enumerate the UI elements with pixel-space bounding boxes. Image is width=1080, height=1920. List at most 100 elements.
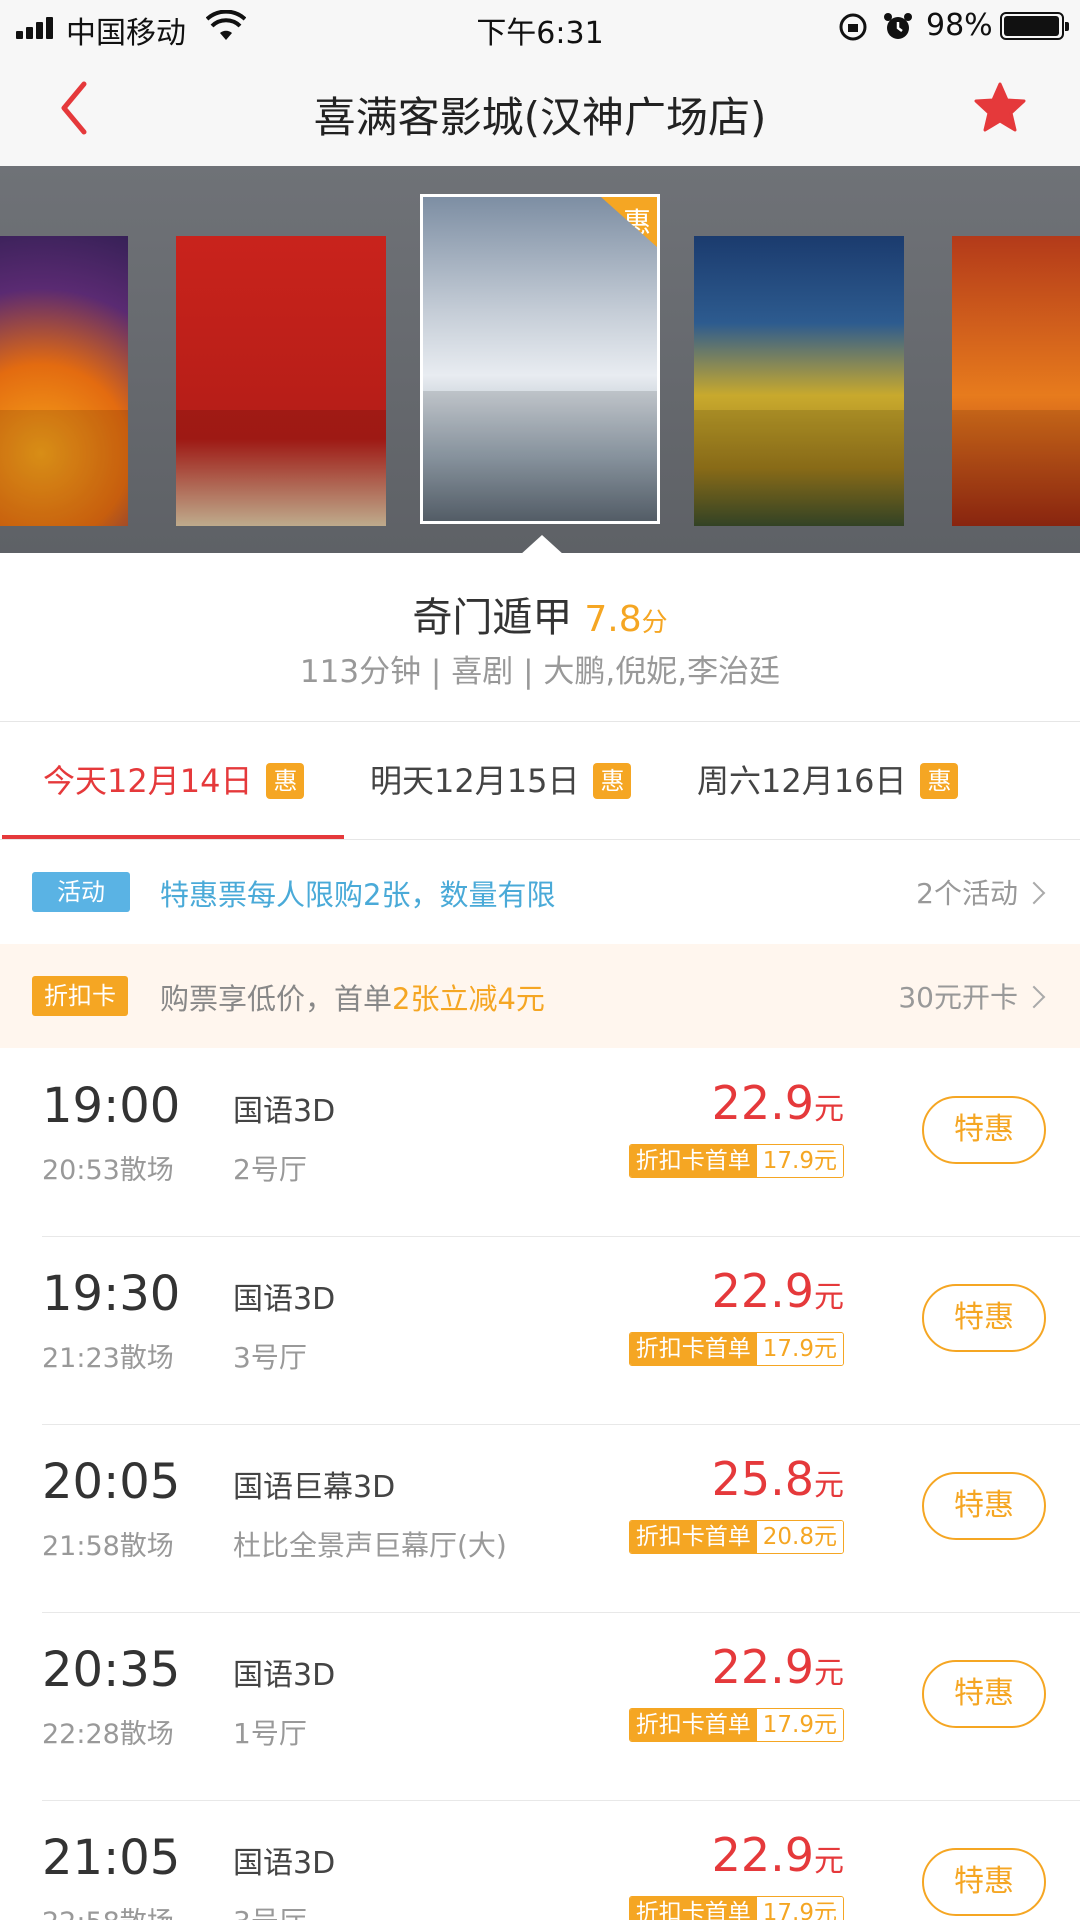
poster-promo-badge: 惠	[601, 197, 657, 247]
poster-youth[interactable]	[176, 236, 386, 526]
poster-loving-vincent[interactable]	[694, 236, 904, 526]
discount-badge: 惠	[593, 763, 632, 799]
language-format: 国语3D	[233, 1846, 336, 1881]
language-format: 国语3D	[233, 1282, 336, 1317]
tab-label: 周六12月16日	[697, 762, 907, 800]
favorite-star-icon[interactable]	[972, 80, 1028, 136]
hall-name: 2号厅	[233, 1153, 307, 1186]
card-price-tag: 折扣卡首单 17.9元	[628, 1332, 844, 1366]
card-price-tag: 折扣卡首单 17.9元	[628, 1896, 844, 1920]
discount-card-text: 购票享低价，首单2张立减4元	[160, 976, 545, 1018]
back-icon[interactable]	[50, 76, 110, 140]
cinema-title: 喜满客影城(汉神广场店)	[313, 93, 767, 142]
card-price-label: 折扣卡首单	[629, 1709, 757, 1741]
price-value: 22.9	[711, 1076, 814, 1130]
battery-icon	[1000, 12, 1069, 40]
movie-score: 7.8	[584, 599, 642, 640]
language-format: 国语巨幕3D	[233, 1470, 396, 1505]
price-unit: 元	[814, 1280, 844, 1315]
ticket-price: 25.8元	[712, 1452, 844, 1506]
hall-name: 1号厅	[233, 1717, 307, 1750]
language-format: 国语3D	[233, 1094, 336, 1129]
poster-next[interactable]	[952, 236, 1080, 526]
language-format: 国语3D	[233, 1658, 336, 1693]
discount-badge: 惠	[920, 763, 959, 799]
divider	[0, 721, 1080, 722]
card-price-label: 折扣卡首单	[629, 1333, 757, 1365]
buy-button[interactable]: 特惠	[922, 1848, 1046, 1916]
card-price-value: 20.8元	[756, 1521, 843, 1553]
price-unit: 元	[814, 1092, 844, 1127]
price-unit: 元	[814, 1656, 844, 1691]
movie-title: 奇门遁甲	[412, 595, 573, 641]
ticket-price: 22.9元	[712, 1076, 844, 1130]
movie-score-unit: 分	[641, 608, 668, 638]
hall-name: 3号厅	[233, 1900, 307, 1920]
discount-card-row[interactable]: 折扣卡 购票享低价，首单2张立减4元 30元开卡	[0, 944, 1080, 1048]
poster-selected[interactable]: 惠	[420, 194, 660, 524]
tab-date-today[interactable]: 今天12月14日惠	[43, 756, 305, 802]
discount-card-highlight: 2张立减4元	[392, 982, 545, 1016]
poster-carousel[interactable]: 惠	[0, 166, 1080, 553]
start-time: 19:00	[42, 1078, 181, 1134]
card-price-tag: 折扣卡首单 17.9元	[628, 1144, 844, 1178]
showtime-row[interactable]: 19:30 21:23散场 国语3D 3号厅 22.9元 折扣卡首单 17.9元 …	[0, 1236, 1080, 1424]
tab-date-saturday[interactable]: 周六12月16日惠	[697, 756, 959, 802]
showtime-row[interactable]: 20:05 21:58散场 国语巨幕3D 杜比全景声巨幕厅(大) 25.8元 折…	[0, 1424, 1080, 1612]
tab-date-tomorrow[interactable]: 明天12月15日惠	[370, 756, 632, 802]
card-price-value: 17.9元	[756, 1145, 843, 1177]
price-value: 25.8	[711, 1452, 814, 1506]
buy-button[interactable]: 特惠	[922, 1472, 1046, 1540]
movie-meta: 113分钟 | 喜剧 | 大鹏,倪妮,李治廷	[299, 654, 781, 690]
tab-label: 明天12月15日	[370, 762, 580, 800]
discount-card-text-prefix: 购票享低价，首单	[160, 982, 393, 1016]
card-price-value: 17.9元	[756, 1333, 843, 1365]
showtime-row[interactable]: 21:05 22:58散场 国语3D 3号厅 22.9元 折扣卡首单17.9元 …	[0, 1800, 1080, 1920]
buy-button[interactable]: 特惠	[922, 1284, 1046, 1352]
activity-text: 特惠票每人限购2张，数量有限	[160, 878, 556, 912]
price-value: 22.9	[711, 1828, 814, 1882]
card-price-label: 折扣卡首单	[629, 1521, 757, 1553]
start-time: 20:35	[42, 1642, 181, 1698]
movie-title-row: 奇门遁甲 7.8分	[0, 585, 1080, 643]
card-price-value: 17.9元	[756, 1897, 843, 1920]
alarm-icon	[884, 13, 912, 39]
start-time: 21:05	[42, 1830, 181, 1886]
price-value: 22.9	[711, 1640, 814, 1694]
end-time: 22:28散场	[42, 1719, 174, 1750]
price-unit: 元	[814, 1468, 844, 1503]
start-time: 19:30	[42, 1266, 181, 1322]
ticket-price: 22.9元	[712, 1264, 844, 1318]
end-time: 21:58散场	[42, 1531, 174, 1562]
discount-card-label: 折扣卡	[32, 976, 128, 1016]
activity-row[interactable]: 活动 特惠票每人限购2张，数量有限 2个活动	[0, 842, 1080, 944]
end-time: 20:53散场	[42, 1155, 174, 1186]
card-price-tag: 折扣卡首单 20.8元	[628, 1520, 844, 1554]
nav-bar: 喜满客影城(汉神广场店)	[0, 54, 1080, 166]
ticket-price: 22.9元	[712, 1828, 844, 1882]
selection-pointer	[520, 535, 564, 555]
status-bar: 中国移动 下午6:31 98%	[0, 0, 1080, 54]
tab-label: 今天12月14日	[43, 762, 253, 800]
card-price-label: 折扣卡首单	[629, 1897, 757, 1920]
price-value: 22.9	[711, 1264, 814, 1318]
open-card-link[interactable]: 30元开卡	[898, 976, 1018, 1016]
hall-name: 杜比全景声巨幕厅(大)	[233, 1529, 507, 1562]
poster-coco[interactable]	[0, 236, 128, 526]
chevron-right-icon	[1022, 881, 1046, 905]
start-time: 20:05	[42, 1454, 181, 1510]
showtime-row[interactable]: 19:00 20:53散场 国语3D 2号厅 22.9元 折扣卡首单 17.9元 …	[0, 1048, 1080, 1236]
card-price-tag: 折扣卡首单 17.9元	[628, 1708, 844, 1742]
rotation-lock-icon	[839, 13, 867, 41]
end-time: 21:23散场	[42, 1343, 174, 1374]
card-price-label: 折扣卡首单	[629, 1145, 757, 1177]
activity-label: 活动	[32, 872, 130, 912]
buy-button[interactable]: 特惠	[922, 1660, 1046, 1728]
hall-name: 3号厅	[233, 1341, 307, 1374]
status-time: 下午6:31	[476, 16, 604, 51]
discount-badge: 惠	[266, 763, 305, 799]
end-time: 22:58散场	[42, 1900, 174, 1920]
showtime-row[interactable]: 20:35 22:28散场 国语3D 1号厅 22.9元 折扣卡首单 17.9元 …	[0, 1612, 1080, 1800]
buy-button[interactable]: 特惠	[922, 1096, 1046, 1164]
price-unit: 元	[814, 1844, 844, 1879]
